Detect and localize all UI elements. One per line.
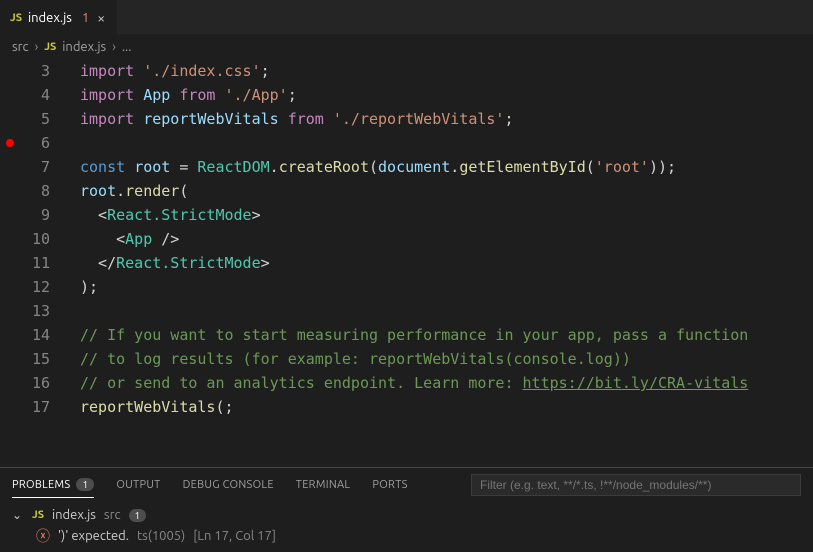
tab-problem-count: 1	[82, 11, 89, 25]
code-line[interactable]: const root = ReactDOM.createRoot(documen…	[80, 155, 813, 179]
code-line[interactable]: import App from './App';	[80, 83, 813, 107]
line-number: 17	[20, 395, 50, 419]
problems-list: ⌄ JS index.js src 1 ⓧ ')' expected. ts(1…	[0, 502, 813, 552]
chevron-right-icon: ›	[112, 40, 116, 54]
js-icon: JS	[10, 12, 22, 24]
problem-item[interactable]: ⓧ ')' expected. ts(1005) [Ln 17, Col 17]	[8, 524, 805, 548]
panel-tab-bar: PROBLEMS 1 OUTPUT DEBUG CONSOLE TERMINAL…	[0, 468, 813, 502]
line-number: 9	[20, 203, 50, 227]
problems-file-folder: src	[104, 508, 121, 522]
chevron-right-icon: ›	[35, 40, 39, 54]
tab-file-name: index.js	[28, 11, 72, 25]
code-line[interactable]: <React.StrictMode>	[80, 203, 813, 227]
line-number: 14	[20, 323, 50, 347]
breadcrumb-segment-symbol[interactable]: ...	[122, 40, 132, 54]
problems-file-count-badge: 1	[129, 509, 147, 522]
js-icon: JS	[32, 509, 44, 521]
code-line[interactable]: // If you want to start measuring perfor…	[80, 323, 813, 347]
line-number: 8	[20, 179, 50, 203]
problems-count-badge: 1	[76, 478, 94, 491]
tab-output[interactable]: OUTPUT	[116, 479, 160, 491]
bottom-panel: PROBLEMS 1 OUTPUT DEBUG CONSOLE TERMINAL…	[0, 467, 813, 552]
line-number-gutter: 34567891011121314151617	[20, 59, 66, 467]
code-line[interactable]	[80, 131, 813, 155]
tab-problems[interactable]: PROBLEMS 1	[12, 478, 94, 498]
code-line[interactable]: <App />	[80, 227, 813, 251]
line-number: 16	[20, 371, 50, 395]
breadcrumb-segment-src[interactable]: src	[12, 40, 29, 54]
line-number: 12	[20, 275, 50, 299]
problem-code: ts(1005)	[137, 529, 185, 543]
tab-problems-label: PROBLEMS	[12, 479, 70, 491]
code-content[interactable]: import './index.css';import App from './…	[66, 59, 813, 467]
problems-filter-input[interactable]	[471, 474, 801, 496]
breadcrumb-segment-file[interactable]: index.js	[62, 40, 106, 54]
code-line[interactable]: );	[80, 275, 813, 299]
code-line[interactable]: // to log results (for example: reportWe…	[80, 347, 813, 371]
breadcrumb: src › JS index.js › ...	[0, 35, 813, 59]
code-line[interactable]: root.render(	[80, 179, 813, 203]
breakpoint-gutter[interactable]	[0, 59, 20, 467]
problem-location: [Ln 17, Col 17]	[193, 529, 276, 543]
code-line[interactable]: </React.StrictMode>	[80, 251, 813, 275]
code-line[interactable]: // or send to an analytics endpoint. Lea…	[80, 371, 813, 395]
chevron-down-icon[interactable]: ⌄	[12, 508, 24, 522]
line-number: 4	[20, 83, 50, 107]
error-icon: ⓧ	[36, 526, 50, 546]
line-number: 6	[20, 131, 50, 155]
editor-tab-index-js[interactable]: JS index.js 1 ×	[0, 0, 118, 35]
problems-file-name: index.js	[52, 508, 96, 522]
line-number: 15	[20, 347, 50, 371]
code-line[interactable]: import './index.css';	[80, 59, 813, 83]
js-icon: JS	[44, 41, 56, 53]
close-icon[interactable]: ×	[95, 8, 107, 28]
line-number: 10	[20, 227, 50, 251]
line-number: 3	[20, 59, 50, 83]
line-number: 13	[20, 299, 50, 323]
line-number: 5	[20, 107, 50, 131]
code-editor[interactable]: 34567891011121314151617 import './index.…	[0, 59, 813, 467]
code-line[interactable]: reportWebVitals(;	[80, 395, 813, 419]
tab-ports[interactable]: PORTS	[372, 479, 407, 491]
tab-debug-console[interactable]: DEBUG CONSOLE	[183, 479, 274, 491]
line-number: 7	[20, 155, 50, 179]
problem-message: ')' expected.	[58, 529, 129, 543]
editor-tab-bar: JS index.js 1 ×	[0, 0, 813, 35]
line-number: 11	[20, 251, 50, 275]
tab-terminal[interactable]: TERMINAL	[296, 479, 351, 491]
code-line[interactable]	[80, 299, 813, 323]
problems-file-row[interactable]: ⌄ JS index.js src 1	[8, 506, 805, 524]
code-line[interactable]: import reportWebVitals from './reportWeb…	[80, 107, 813, 131]
breakpoint-icon[interactable]	[6, 139, 14, 147]
